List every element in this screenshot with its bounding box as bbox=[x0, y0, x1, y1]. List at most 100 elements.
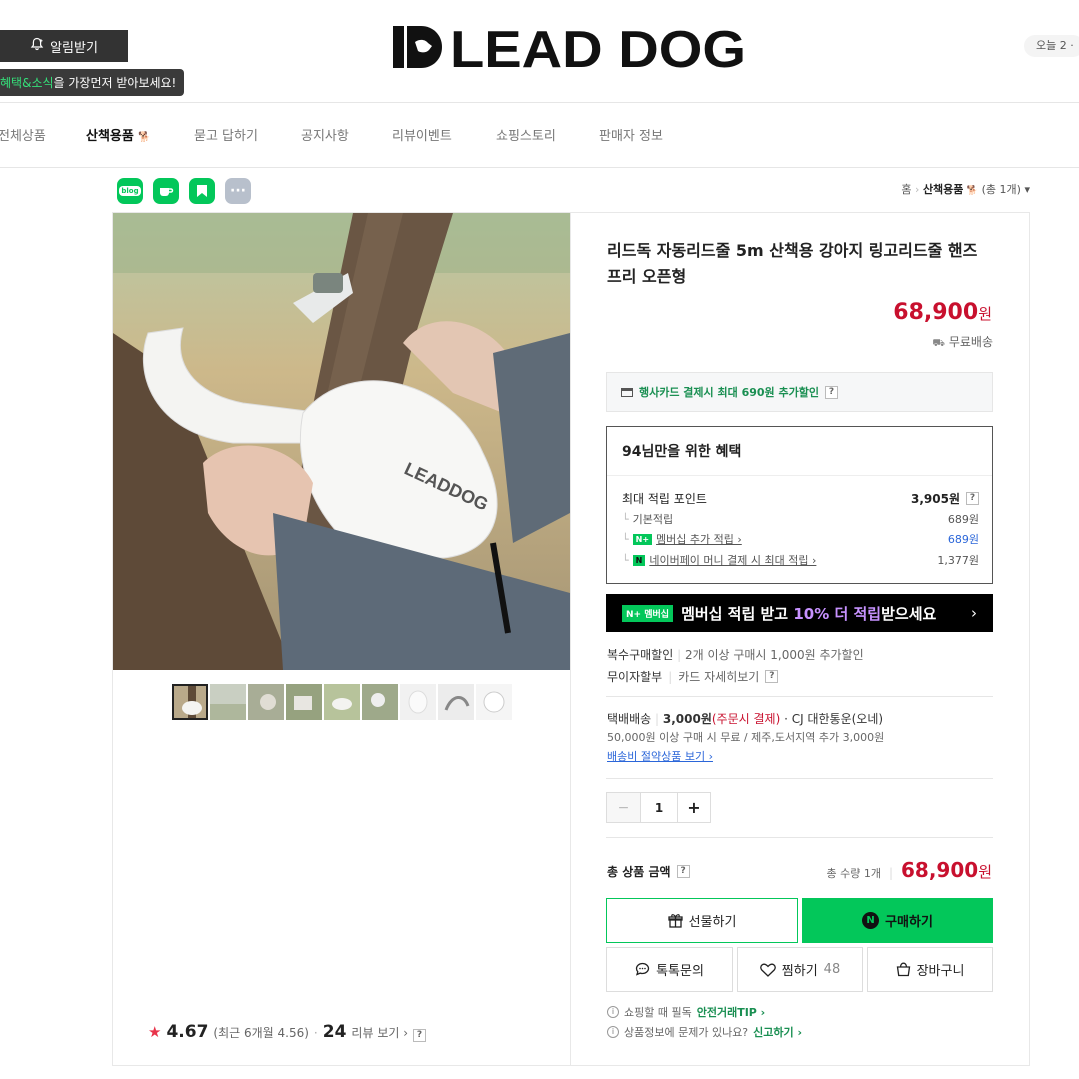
report-link[interactable]: 신고하기 › bbox=[753, 1024, 802, 1040]
product-thumbnail[interactable] bbox=[324, 684, 360, 720]
total-amount: 68,900원 bbox=[901, 858, 992, 882]
notify-tooltip: 혜택&소식 을 가장먼저 받아보세요! bbox=[0, 69, 185, 96]
caret-down-icon[interactable]: ▾ bbox=[1024, 183, 1030, 196]
quantity-stepper: − 1 + bbox=[606, 792, 711, 823]
wish-button[interactable]: 찜하기 48 bbox=[737, 947, 863, 992]
rating-dot: · bbox=[313, 1026, 318, 1040]
shopping-bag-icon bbox=[896, 962, 910, 977]
dog-emoji-icon: 🐕 bbox=[138, 132, 151, 143]
nav-item-qna[interactable]: 묻고 답하기 bbox=[194, 125, 258, 144]
card-discount-text: 행사카드 결제시 최대 690원 추가할인 bbox=[639, 386, 819, 399]
product-thumbnail[interactable] bbox=[172, 684, 208, 720]
max-points-value: 3,905원 bbox=[911, 492, 960, 506]
bell-icon bbox=[30, 37, 44, 55]
notify-button[interactable]: 알림받기 bbox=[0, 30, 128, 62]
help-icon[interactable]: ? bbox=[413, 1029, 427, 1042]
review-link[interactable]: 리뷰 보기 › bbox=[351, 1024, 408, 1041]
star-icon: ★ bbox=[148, 1023, 162, 1041]
visitor-counter: 오늘 2 · bbox=[1024, 35, 1079, 57]
details-divider bbox=[606, 778, 993, 779]
membership-banner[interactable]: N+ 멤버십 멤버십 적립 받고 10% 더 적립받으세요 › bbox=[606, 594, 993, 632]
rating-score: 4.67 bbox=[166, 1022, 209, 1042]
total-summary: 총 수량 1개 | 68,900원 bbox=[826, 858, 992, 882]
info-icon: i bbox=[607, 1006, 619, 1018]
notify-label: 알림받기 bbox=[50, 40, 98, 56]
help-icon[interactable]: ? bbox=[966, 492, 979, 505]
nav-item-review-event[interactable]: 리뷰이벤트 bbox=[392, 125, 452, 144]
rating-summary: ★ 4.67 (최근 6개월 4.56) · 24 리뷰 보기 › ? bbox=[148, 1022, 427, 1042]
review-count: 24 bbox=[322, 1022, 347, 1042]
gift-button[interactable]: 선물하기 bbox=[606, 898, 798, 943]
talk-inquiry-button[interactable]: 톡톡문의 bbox=[606, 947, 733, 992]
bookmark-icon bbox=[197, 185, 207, 197]
heart-icon bbox=[759, 963, 776, 977]
total-count: 총 수량 1개 bbox=[826, 867, 881, 880]
store-logo[interactable]: LEAD DOG bbox=[390, 20, 750, 79]
wish-count: 48 bbox=[823, 962, 841, 977]
dog-emoji-icon: 🐕 bbox=[966, 186, 979, 196]
category-nav: 전체상품 산책용품 🐕 묻고 답하기 공지사항 리뷰이벤트 쇼핑스토리 판매자 … bbox=[0, 103, 1079, 167]
help-icon[interactable]: ? bbox=[824, 385, 838, 399]
naver-plus-membership-icon: N+ 멤버십 bbox=[622, 604, 674, 622]
max-points-row: 최대 적립 포인트 3,905원? bbox=[622, 490, 979, 507]
multi-discount-row: 복수구매할인 | 2개 이상 구매시 1,000원 추가할인 bbox=[607, 648, 864, 662]
share-cafe-button[interactable] bbox=[153, 178, 179, 204]
product-thumbnail[interactable] bbox=[400, 684, 436, 720]
product-thumbnail[interactable] bbox=[362, 684, 398, 720]
truck-icon: ⛟ bbox=[932, 338, 945, 349]
product-thumbnail[interactable] bbox=[210, 684, 246, 720]
product-main-image[interactable]: LEADDOG bbox=[113, 213, 570, 670]
product-thumbnail[interactable] bbox=[286, 684, 322, 720]
nav-item-all[interactable]: 전체상품 bbox=[0, 125, 46, 144]
product-title: 리드독 자동리드줄 5m 산책용 강아지 링고리드줄 핸즈프리 오픈형 bbox=[607, 241, 978, 286]
naverpay-n-icon: N bbox=[862, 912, 880, 929]
product-price: 68,900원 bbox=[893, 300, 992, 325]
product-thumbnail[interactable] bbox=[476, 684, 512, 720]
benefit-heading: 94님만을 위한 혜택 bbox=[622, 444, 742, 460]
qty-divider bbox=[606, 837, 993, 838]
share-bookmark-button[interactable] bbox=[189, 178, 215, 204]
svg-text:LEAD DOG: LEAD DOG bbox=[450, 21, 746, 74]
gift-icon bbox=[667, 914, 683, 928]
help-icon[interactable]: ? bbox=[676, 865, 690, 878]
chevron-right-icon: › bbox=[971, 604, 977, 622]
delivery-saving-link[interactable]: 배송비 절약상품 보기 › bbox=[607, 748, 713, 764]
quantity-minus-button[interactable]: − bbox=[607, 793, 640, 822]
delivery-row: 택배배송 | 3,000원(주문시 결제) · CJ 대한통운(오네) bbox=[607, 712, 884, 726]
quantity-input[interactable]: 1 bbox=[640, 793, 678, 822]
naver-plus-icon: N+ bbox=[632, 533, 653, 545]
installment-row: 무이자할부 | 카드 자세히보기? bbox=[607, 668, 779, 685]
benefit-box: 94님만을 위한 혜택 최대 적립 포인트 3,905원? └ 기본적립 689원… bbox=[606, 426, 993, 584]
benefit-row-membership[interactable]: └ N+ 멤버십 추가 적립 › 689원 bbox=[622, 531, 979, 547]
free-shipping-badge: ⛟ 무료배송 bbox=[932, 335, 993, 349]
nav-divider bbox=[0, 167, 1079, 168]
breadcrumb-home[interactable]: 홈 bbox=[901, 183, 911, 196]
share-blog-button[interactable]: blog bbox=[117, 178, 143, 204]
quantity-plus-button[interactable]: + bbox=[678, 793, 710, 822]
product-thumbnail[interactable] bbox=[438, 684, 474, 720]
leaddog-logo-icon: LEAD DOG bbox=[393, 21, 746, 79]
blog-icon: blog bbox=[119, 186, 141, 196]
nav-item-shopping-story[interactable]: 쇼핑스토리 bbox=[496, 125, 556, 144]
breadcrumb-category[interactable]: 산책용품 bbox=[923, 183, 963, 196]
benefit-row-naverpay[interactable]: └ N 네이버페이 머니 결제 시 최대 적립 › 1,377원 bbox=[622, 552, 979, 568]
nav-item-notice[interactable]: 공지사항 bbox=[301, 125, 349, 144]
share-more-button[interactable]: ··· bbox=[225, 178, 251, 204]
card-discount-box[interactable]: 행사카드 결제시 최대 690원 추가할인 ? bbox=[606, 372, 993, 412]
info-icon: i bbox=[607, 1026, 619, 1038]
help-icon[interactable]: ? bbox=[765, 670, 779, 683]
breadcrumb: 홈 › 산책용품 🐕 (총 1개) ▾ bbox=[901, 183, 1030, 196]
product-thumbnail[interactable] bbox=[248, 684, 284, 720]
installment-link[interactable]: 카드 자세히보기 bbox=[678, 668, 759, 685]
max-points-label: 최대 적립 포인트 bbox=[622, 492, 707, 506]
delivery-note: 50,000원 이상 구매 시 무료 / 제주,도서지역 추가 3,000원 bbox=[607, 731, 885, 744]
safe-trade-link[interactable]: 안전거래TIP › bbox=[697, 1004, 766, 1020]
panel-divider bbox=[570, 212, 571, 1066]
cart-button[interactable]: 장바구니 bbox=[867, 947, 993, 992]
naverpay-icon: N bbox=[632, 554, 646, 566]
rating-recent: (최근 6개월 4.56) bbox=[213, 1026, 309, 1040]
chat-bubble-icon bbox=[635, 962, 650, 976]
nav-item-walking[interactable]: 산책용품 🐕 bbox=[86, 125, 151, 144]
buy-button[interactable]: N 구매하기 bbox=[802, 898, 993, 943]
nav-item-seller-info[interactable]: 판매자 정보 bbox=[599, 125, 663, 144]
